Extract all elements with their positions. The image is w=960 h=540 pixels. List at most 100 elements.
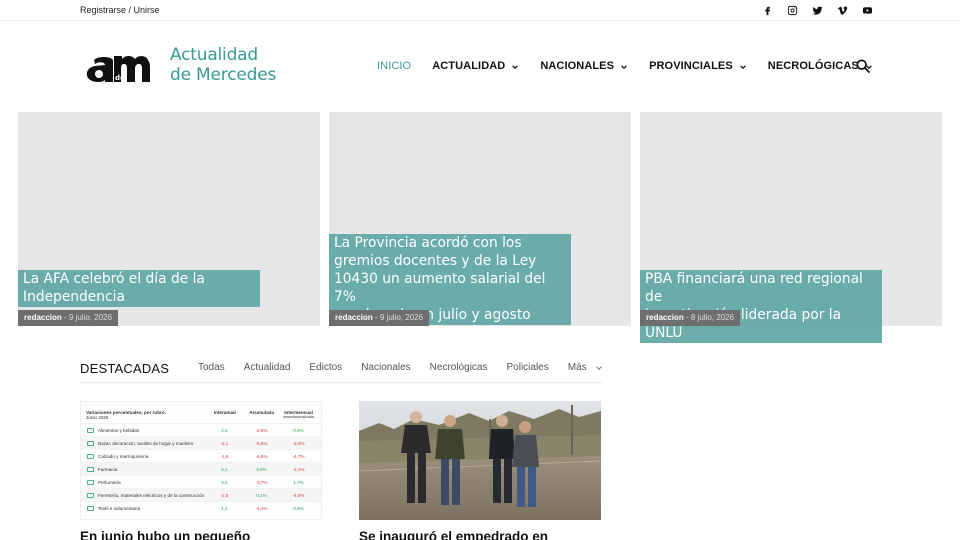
vimeo-icon[interactable] xyxy=(830,3,855,17)
hero-meta: redaccion - 9 julio, 2026 xyxy=(329,310,430,326)
article-title[interactable]: Se inauguró el empedrado en xyxy=(359,529,548,540)
hero-title[interactable]: La AFA celebró el día de la Independenci… xyxy=(18,270,260,307)
hero-card-3[interactable]: PBA financiará una red regional de inves… xyxy=(640,112,942,343)
table-cell: -5,8% xyxy=(255,440,268,446)
section-title: DESTACADAS xyxy=(80,361,170,376)
hero-title-line: La AFA celebró el día de la xyxy=(23,271,205,287)
table-cell: -2,1 xyxy=(220,440,229,446)
table-row: Farmacia 5,1 4,9% -3,1% xyxy=(81,462,321,475)
tab-more-label: Más xyxy=(567,362,587,373)
table-row: Bazar, decoración, textiles de hogar y m… xyxy=(81,436,321,449)
table-col-header: Interanual xyxy=(213,410,236,415)
table-cell: 0,8% xyxy=(293,505,304,511)
nav-item-label: INICIO xyxy=(377,60,412,72)
table-col-subheader: desestacionalizada xyxy=(283,415,314,419)
table-cell-label: Perfumería xyxy=(98,479,121,485)
logo-mark-small: de xyxy=(115,74,125,82)
table-cell: 4,9% xyxy=(256,466,267,472)
tab-more[interactable]: Más xyxy=(568,362,603,373)
tab-todas[interactable]: Todas xyxy=(198,362,225,373)
hero-author[interactable]: redaccion xyxy=(335,313,373,322)
table-row: Perfumería 8,5 -3,7% 1,7% xyxy=(81,475,321,488)
destacadas-header: DESTACADAS Todas Actualidad Edictos Naci… xyxy=(80,361,602,383)
destacadas-tabs: Todas Actualidad Edictos Nacionales Necr… xyxy=(198,362,622,373)
youtube-icon[interactable] xyxy=(855,3,880,17)
table-cell: 1,7% xyxy=(293,479,304,485)
hero-title-line: PBA financiará una red regional de xyxy=(645,271,863,305)
search-icon[interactable] xyxy=(855,58,871,74)
logo-line1: Actualidad xyxy=(170,45,258,65)
table-cell: -1,6 xyxy=(220,453,229,459)
category-icon xyxy=(87,440,94,446)
nav-item-actualidad[interactable]: ACTUALIDAD xyxy=(432,60,519,72)
auth-separator: / xyxy=(126,5,134,15)
table-cell: -4,8% xyxy=(292,492,305,498)
hero-author[interactable]: redaccion xyxy=(24,313,62,322)
site-logo[interactable]: de Actualidad de Mercedes xyxy=(84,44,284,88)
join-link[interactable]: Unirse xyxy=(134,5,160,15)
nav-item-nacionales[interactable]: NACIONALES xyxy=(540,60,628,72)
facebook-icon[interactable] xyxy=(755,3,780,17)
table-cell: -4,7% xyxy=(292,453,305,459)
table-cell: -2,8% xyxy=(255,427,268,433)
tab-edictos[interactable]: Edictos xyxy=(309,362,342,373)
category-icon xyxy=(87,427,94,433)
table-cell-label: Bazar, decoración, textiles de hogar y m… xyxy=(98,440,194,446)
category-icon xyxy=(87,466,94,472)
table-cell: 2,5 xyxy=(221,427,228,433)
hero-meta: redaccion - 9 julio, 2026 xyxy=(18,310,119,326)
table-row: Ferretería, materiales eléctricos y de l… xyxy=(81,488,321,501)
table-subtitle: Junio 2026 xyxy=(86,415,109,420)
table-col-header: Acumulada xyxy=(249,410,275,415)
logo-text: Actualidad de Mercedes xyxy=(170,45,276,85)
tab-policiales[interactable]: Policiales xyxy=(506,362,548,373)
table-cell-label: Farmacia xyxy=(98,466,118,472)
nav-item-label: NECROLÓGICAS xyxy=(767,60,859,72)
main-nav: INICIO ACTUALIDAD NACIONALES PROVINCIALE… xyxy=(377,60,894,72)
register-link[interactable]: Registrarse xyxy=(80,5,126,15)
article-thumbnail-table[interactable]: Variaciones porcentuales, por rubro. Jun… xyxy=(80,401,322,520)
table-cell: -4,4% xyxy=(255,505,268,511)
table-row: Textil e indumentaria 1,2 -4,4% 0,8% xyxy=(81,501,321,514)
table-cell: -9,8% xyxy=(255,453,268,459)
table-body: Alimentos y bebidas 2,5 -2,8% 0,9% Bazar, de… xyxy=(81,423,321,514)
tab-nacionales[interactable]: Nacionales xyxy=(361,362,410,373)
chevron-down-icon xyxy=(511,62,519,70)
table-cell-label: Alimentos y bebidas xyxy=(98,427,140,433)
chevron-down-icon xyxy=(595,365,602,370)
category-icon xyxy=(87,505,94,511)
instagram-icon[interactable] xyxy=(780,3,805,17)
table-cell: 0,9% xyxy=(293,427,304,433)
chevron-down-icon xyxy=(620,62,628,70)
hero-title-line: gremios docentes y de la Ley xyxy=(334,253,537,269)
chevron-down-icon xyxy=(739,62,747,70)
article-thumbnail-photo[interactable] xyxy=(359,401,601,520)
table-cell: -2,8 xyxy=(220,492,229,498)
article-title[interactable]: En junio hubo un pequeño xyxy=(80,529,250,540)
nav-item-label: NACIONALES xyxy=(540,60,615,72)
top-bar: Registrarse / Unirse xyxy=(0,0,960,21)
article-photo xyxy=(359,401,601,520)
table-cell-label: Calzado y marroquinería xyxy=(98,453,149,459)
hero-card-1[interactable]: La AFA celebró el día de la Independenci… xyxy=(18,112,320,326)
table-cell-label: Ferretería, materiales eléctricos y de l… xyxy=(98,492,205,498)
nav-item-provinciales[interactable]: PROVINCIALES xyxy=(649,60,747,72)
hero-title[interactable]: PBA financiará una red regional de inves… xyxy=(640,270,882,343)
hero-card-2[interactable]: La Provincia acordó con los gremios doce… xyxy=(329,112,631,326)
social-links xyxy=(755,3,880,17)
hero-date: 8 julio, 2026 xyxy=(690,313,735,322)
table-header: Variaciones porcentuales, por rubro. Jun… xyxy=(81,402,321,423)
category-icon xyxy=(87,492,94,498)
nav-item-inicio[interactable]: INICIO xyxy=(377,60,411,72)
hero-title-line: La Provincia acordó con los xyxy=(334,235,522,251)
hero-title-line: Independencia xyxy=(23,289,125,305)
tab-necrologicas[interactable]: Necrológicas xyxy=(430,362,488,373)
tab-actualidad[interactable]: Actualidad xyxy=(244,362,291,373)
hero-date: 9 julio, 2026 xyxy=(68,313,113,322)
twitter-icon[interactable] xyxy=(805,3,830,17)
nav-item-label: ACTUALIDAD xyxy=(432,60,506,72)
table-cell: 5,1 xyxy=(221,466,228,472)
hero-title-line: 10430 un aumento salarial del 7% xyxy=(334,271,546,305)
hero-author[interactable]: redaccion xyxy=(646,313,684,322)
nav-item-label: PROVINCIALES xyxy=(649,60,733,72)
